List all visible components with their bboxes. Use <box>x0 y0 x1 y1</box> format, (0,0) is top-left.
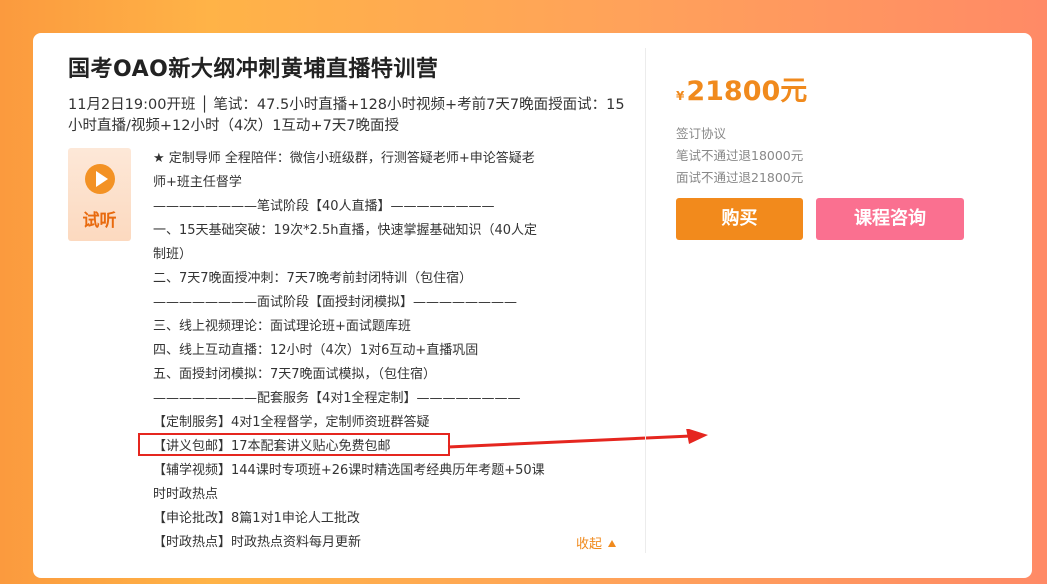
course-schedule: 11月2日19:00开班 │ 笔试：47.5小时直播+128小时视频+考前7天7… <box>68 97 625 134</box>
description-line: 二、7天7晚面授冲刺：7天7晚考前封闭特训（包住宿） <box>153 271 473 286</box>
price-amount: 21800元 <box>686 76 808 107</box>
description-line: ————————配套服务【4对1全程定制】———————— <box>153 391 521 406</box>
description-line: ————————笔试阶段【40人直播】———————— <box>153 199 495 214</box>
currency-symbol: ¥ <box>676 89 685 103</box>
divider <box>645 48 646 553</box>
collapse-toggle[interactable]: 收起 <box>576 533 617 552</box>
description-line: 一、15天基础突破：19次*2.5h直播，快速掌握基础知识（40人定 <box>153 223 538 238</box>
caret-up-icon <box>608 540 617 547</box>
description-line: 制班） <box>153 247 193 262</box>
play-icon <box>85 164 115 194</box>
description-line: 【申论批改】8篇1对1申论人工批改 <box>153 511 360 526</box>
description-line: ————————面试阶段【面授封闭模拟】———————— <box>153 295 518 310</box>
description-line: 【辅学视频】144课时专项班+26课时精选国考经典历年考题+50课 <box>153 463 545 478</box>
description-line: 师+班主任督学 <box>153 175 242 190</box>
buy-button[interactable]: 购买 <box>676 198 803 240</box>
course-description: ★ 定制导师 全程陪伴：微信小班级群，行测答疑老师+申论答疑老 师+班主任督学 … <box>153 147 573 555</box>
course-title: 国考OAO新大纲冲刺黄埔直播特训营 <box>68 57 439 82</box>
description-line: 时时政热点 <box>153 487 219 502</box>
description-line: 五、面授封闭模拟：7天7晚面试模拟，（包住宿） <box>153 367 437 382</box>
description-line: 三、线上视频理论：面试理论班+面试题库班 <box>153 319 411 334</box>
collapse-label: 收起 <box>576 537 603 552</box>
trial-label: 试听 <box>82 211 117 231</box>
price: ¥21800元 <box>676 69 807 108</box>
refund-policy: 签订协议 笔试不通过退18000元 面试不通过退21800元 <box>676 123 803 189</box>
red-arrow-annotation <box>447 429 708 449</box>
trial-button[interactable]: 试听 <box>68 148 131 241</box>
consult-button[interactable]: 课程咨询 <box>816 198 964 240</box>
description-line: ★ 定制导师 全程陪伴：微信小班级群，行测答疑老师+申论答疑老 <box>153 151 535 166</box>
description-line: 四、线上互动直播：12小时（4次）1对6互动+直播巩固 <box>153 343 479 358</box>
description-line: 【时政热点】时政热点资料每月更新 <box>153 535 362 550</box>
policy-line: 笔试不通过退18000元 <box>676 148 804 163</box>
policy-line: 签订协议 <box>676 126 727 141</box>
course-card: 国考OAO新大纲冲刺黄埔直播特训营 11月2日19:00开班 │ 笔试：47.5… <box>33 33 1032 578</box>
policy-line: 面试不通过退21800元 <box>676 170 804 185</box>
